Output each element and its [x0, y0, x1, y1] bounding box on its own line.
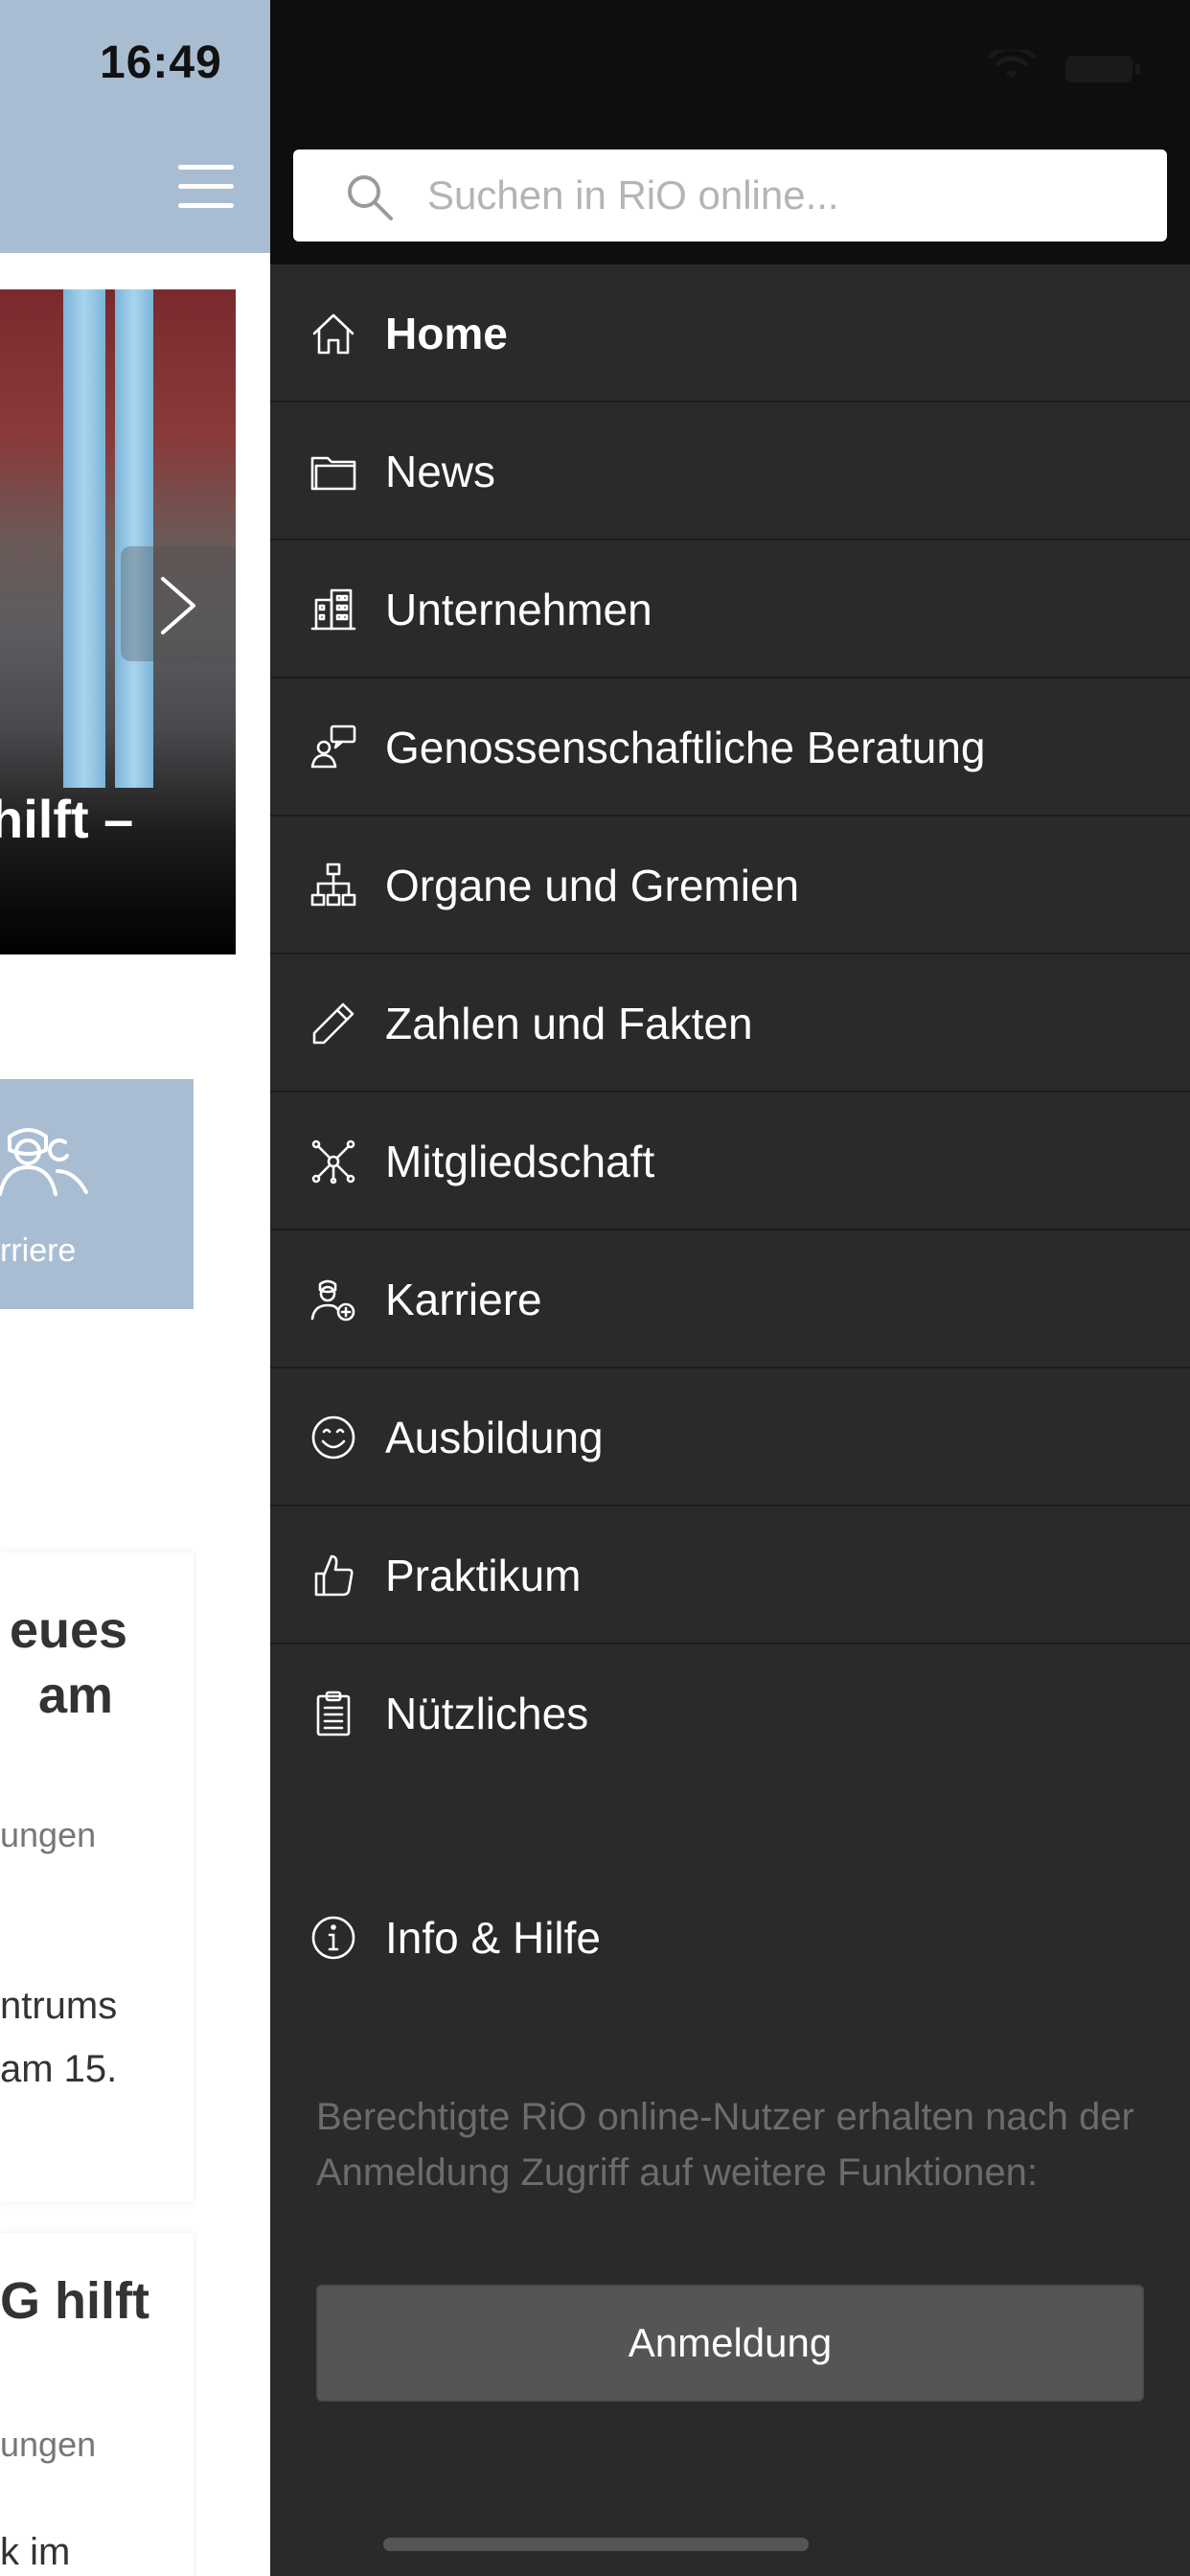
menu-item-news[interactable]: News [270, 402, 1190, 540]
app-header: 16:49 [0, 0, 270, 253]
smiley-icon [311, 1415, 355, 1460]
menu-item-organe-und-gremien[interactable]: Organe und Gremien [270, 816, 1190, 954]
login-hint-text: Berechtigte RiO online-Nutzer erhalten n… [316, 2096, 1134, 2194]
career-tile[interactable]: rriere [0, 1079, 194, 1309]
menu-item-genossenschaftliche-beratung[interactable]: Genossenschaftliche Beratung [270, 678, 1190, 816]
menu-item-label: Karriere [385, 1275, 542, 1324]
drawer-menu: Home News Unternehmen Genossenschaftlich… [270, 264, 1190, 1782]
menu-item-label: Praktikum [385, 1551, 582, 1600]
menu-item-karriere[interactable]: Karriere [270, 1230, 1190, 1368]
menu-item-label: Info & Hilfe [385, 1913, 601, 1963]
status-time: 16:49 [100, 37, 222, 88]
search-icon [348, 175, 393, 220]
login-button[interactable]: Anmeldung [316, 2285, 1144, 2402]
search-bar[interactable] [293, 150, 1167, 242]
menu-item-label: Nützliches [385, 1689, 589, 1738]
battery-icon [1065, 56, 1140, 82]
card-body-line: k im [0, 2531, 71, 2573]
consulting-icon [310, 724, 356, 769]
clipboard-icon [316, 1690, 351, 1736]
folder-icon [310, 456, 356, 491]
menu-item-label: Home [385, 309, 508, 358]
news-card[interactable]: eues am ungen ntrums am 15. [0, 1552, 194, 2202]
menu-item-unternehmen[interactable]: Unternehmen [270, 540, 1190, 678]
screen: 16:49 hilft – rriere eues am ungen ntrum… [0, 0, 1190, 2576]
hero-caption: hilft – [0, 789, 134, 849]
card-meta: ungen [0, 1815, 97, 1854]
career-tile-label: rriere [0, 1232, 77, 1269]
chevron-right-icon [161, 577, 195, 634]
menu-item-praktikum[interactable]: Praktikum [270, 1506, 1190, 1644]
menu-item-ausbildung[interactable]: Ausbildung [270, 1368, 1190, 1506]
card-title-line: G hilft [0, 2272, 149, 2330]
menu-item-label: Mitgliedschaft [385, 1137, 655, 1186]
menu-item-label: Genossenschaftliche Beratung [385, 723, 986, 772]
menu-item-label: News [385, 447, 496, 496]
home-icon [312, 313, 355, 355]
carousel-next-button[interactable] [121, 546, 236, 661]
person-plus-icon [310, 1279, 355, 1322]
menu-item-info-hilfe[interactable]: Info & Hilfe [270, 1871, 1190, 2005]
wifi-icon [989, 50, 1037, 79]
menu-item-home[interactable]: Home [270, 264, 1190, 402]
background-page: 16:49 hilft – rriere eues am ungen ntrum… [0, 0, 270, 2576]
status-icons [989, 50, 1140, 82]
menu-item-zahlen-und-fakten[interactable]: Zahlen und Fakten [270, 954, 1190, 1092]
menu-item-mitgliedschaft[interactable]: Mitgliedschaft [270, 1092, 1190, 1230]
drawer-header [270, 0, 1190, 264]
navigation-drawer: Home News Unternehmen [270, 0, 1190, 2576]
card-body-line: am 15. [0, 2048, 118, 2090]
org-chart-icon [310, 862, 356, 907]
info-icon [311, 1916, 355, 1960]
menu-item-label: Organe und Gremien [385, 861, 800, 910]
card-title-line: eues [10, 1601, 128, 1659]
hero-carousel[interactable]: hilft – [0, 289, 236, 954]
home-indicator[interactable] [383, 2538, 809, 2551]
menu-item-label: Unternehmen [385, 585, 652, 634]
building-icon [310, 588, 356, 631]
card-title-line: am [38, 1667, 114, 1724]
news-card[interactable]: G hilft ungen k im [0, 2233, 194, 2576]
menu-item-nuetzliches[interactable]: Nützliches [270, 1644, 1190, 1782]
career-people-icon [0, 1128, 88, 1196]
pencil-icon [312, 1002, 355, 1045]
thumbs-up-icon [314, 1554, 354, 1597]
card-body-line: ntrums [0, 1985, 118, 2027]
card-meta: ungen [0, 2425, 97, 2464]
search-input[interactable] [427, 150, 1136, 242]
menu-item-label: Zahlen und Fakten [385, 999, 753, 1048]
network-icon [311, 1139, 355, 1184]
hamburger-menu-icon[interactable] [178, 165, 234, 209]
menu-item-label: Ausbildung [385, 1413, 604, 1462]
